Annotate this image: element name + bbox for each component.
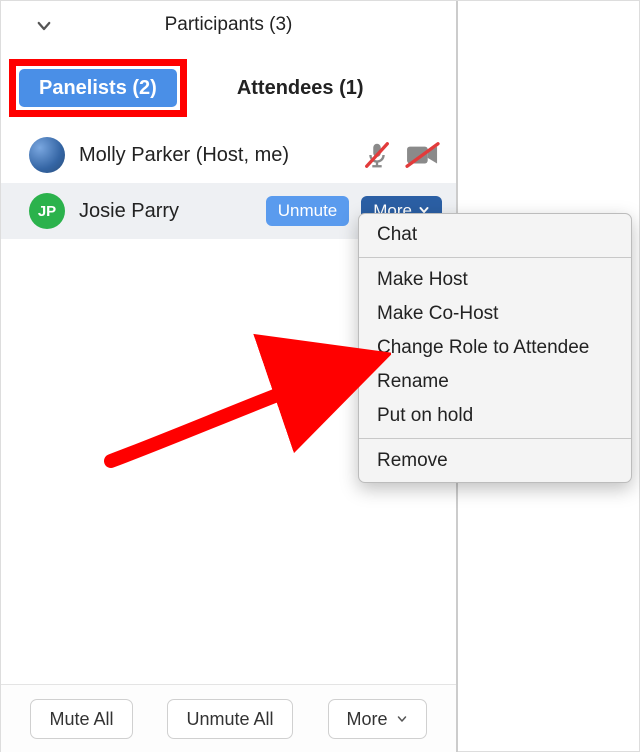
chevron-down-icon [396, 709, 408, 730]
unmute-all-label: Unmute All [186, 709, 273, 730]
tab-panelists[interactable]: Panelists (2) [19, 69, 177, 107]
annotation-highlight: Panelists (2) [9, 59, 187, 117]
menu-item-put-on-hold[interactable]: Put on hold [359, 399, 631, 433]
menu-item-rename[interactable]: Rename [359, 365, 631, 399]
participant-context-menu: Chat Make Host Make Co-Host Change Role … [358, 213, 632, 483]
bottom-bar: Mute All Unmute All More [1, 684, 456, 752]
avatar: JP [29, 193, 65, 229]
menu-item-chat[interactable]: Chat [359, 218, 631, 252]
menu-separator [359, 257, 631, 258]
tab-panelists-label: Panelists (2) [39, 77, 157, 100]
unmute-all-button[interactable]: Unmute All [167, 699, 292, 739]
bottom-more-label: More [347, 709, 388, 730]
menu-separator [359, 438, 631, 439]
menu-item-make-host[interactable]: Make Host [359, 263, 631, 297]
mute-all-label: Mute All [49, 709, 113, 730]
microphone-muted-icon [362, 140, 392, 170]
panel-title: Participants (3) [165, 14, 293, 36]
menu-item-make-cohost[interactable]: Make Co-Host [359, 297, 631, 331]
collapse-icon[interactable] [35, 17, 53, 35]
participant-row[interactable]: Molly Parker (Host, me) [1, 127, 456, 183]
menu-item-change-role[interactable]: Change Role to Attendee [359, 331, 631, 365]
status-icons [362, 140, 442, 170]
avatar [29, 137, 65, 173]
avatar-initials: JP [38, 203, 56, 220]
video-off-icon [404, 140, 442, 170]
panel-header: Participants (3) [1, 1, 456, 49]
tab-attendees-label: Attendees (1) [237, 77, 364, 100]
mute-all-button[interactable]: Mute All [30, 699, 132, 739]
tab-attendees[interactable]: Attendees (1) [217, 69, 384, 107]
tabs-row: Panelists (2) Attendees (1) [1, 49, 456, 127]
participants-window: Participants (3) Panelists (2) Attendees… [0, 0, 640, 752]
menu-item-remove[interactable]: Remove [359, 444, 631, 478]
unmute-label: Unmute [278, 201, 338, 221]
participant-name: Josie Parry [79, 200, 266, 223]
participant-name: Molly Parker (Host, me) [79, 144, 362, 167]
bottom-more-button[interactable]: More [328, 699, 427, 739]
unmute-button[interactable]: Unmute [266, 196, 350, 226]
